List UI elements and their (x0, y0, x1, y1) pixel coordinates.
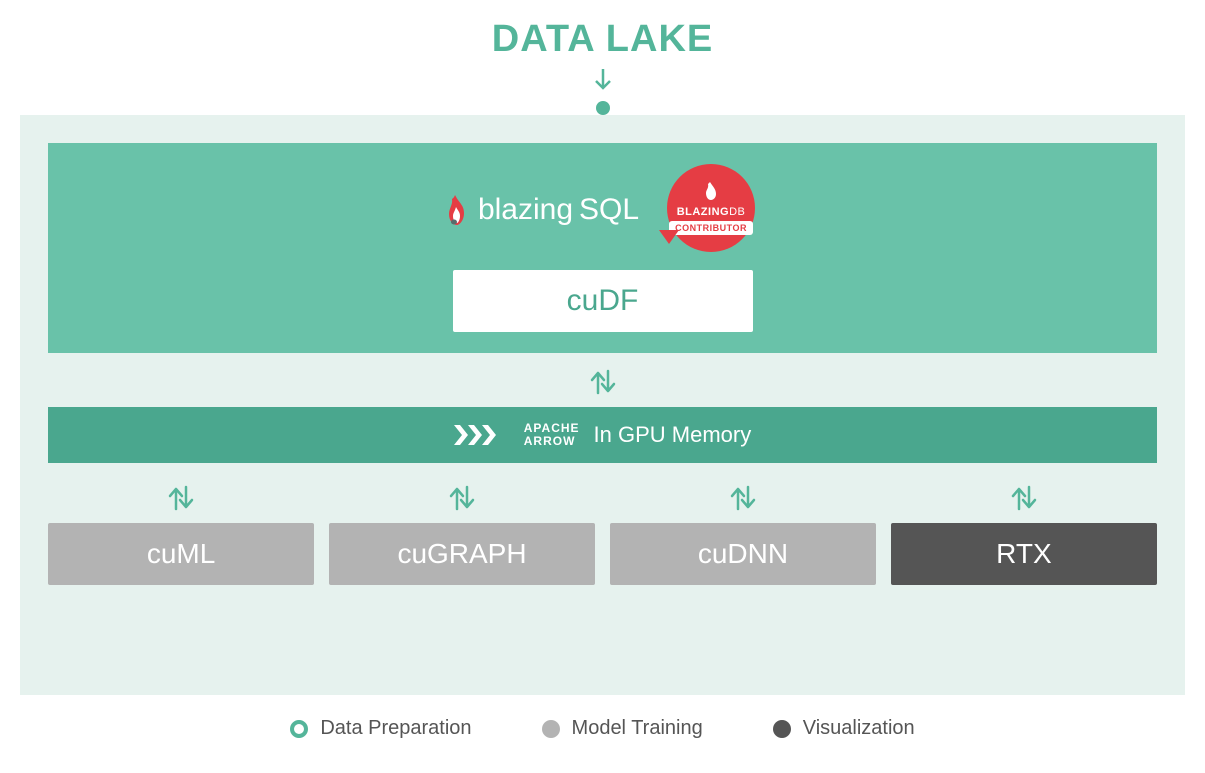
pill-cugraph: cuGRAPH (329, 523, 595, 585)
brand-prefix: blazing (478, 193, 573, 227)
col-cugraph: cuGRAPH (329, 473, 595, 585)
badge-triangle-icon (659, 230, 679, 244)
pill-rtx: RTX (891, 523, 1157, 585)
dot-icon (596, 101, 610, 115)
badge-brand-light: DB (729, 206, 745, 218)
dark-dot-icon (773, 720, 791, 738)
badge-brand-bold: BLAZING (677, 206, 729, 218)
cudf-box: cuDF (453, 270, 753, 332)
gpu-memory-label: In GPU Memory (594, 422, 752, 448)
legend: Data Preparation Model Training Visualiz… (0, 717, 1205, 740)
contributor-badge: BLAZINGDB CONTRIBUTOR (667, 164, 759, 256)
ring-icon (290, 720, 308, 738)
legend-train-label: Model Training (572, 717, 703, 740)
chevrons-icon (454, 423, 510, 447)
legend-viz-label: Visualization (803, 717, 915, 740)
brand-label: blazingSQL (446, 193, 639, 227)
pill-cudnn: cuDNN (610, 523, 876, 585)
legend-prep-label: Data Preparation (320, 717, 471, 740)
bottom-row: cuML cuGRAPH cuDNN (48, 473, 1157, 585)
legend-prep: Data Preparation (290, 717, 471, 740)
page-title: DATA LAKE (0, 0, 1205, 61)
blazingsql-block: blazingSQL BLAZINGDB CONTRIBUTOR cuD (48, 143, 1157, 353)
apache-arrow-bar: APACHE ARROW In GPU Memory (48, 407, 1157, 463)
bidirectional-arrow-icon (1007, 483, 1041, 513)
bidirectional-arrow-icon (164, 483, 198, 513)
bidirectional-arrow-icon (726, 483, 760, 513)
legend-train: Model Training (542, 717, 703, 740)
bidirectional-arrow-icon (48, 367, 1157, 397)
arrow-down-icon (0, 69, 1205, 95)
legend-viz: Visualization (773, 717, 915, 740)
col-cuml: cuML (48, 473, 314, 585)
brand-suffix: SQL (579, 193, 639, 227)
pill-cuml: cuML (48, 523, 314, 585)
brand-row: blazingSQL BLAZINGDB CONTRIBUTOR (446, 164, 759, 256)
col-cudnn: cuDNN (610, 473, 876, 585)
col-rtx: RTX (891, 473, 1157, 585)
apache-arrow-label: APACHE ARROW (524, 422, 580, 447)
diagram-canvas: blazingSQL BLAZINGDB CONTRIBUTOR cuD (20, 115, 1185, 695)
mini-flame-icon (704, 181, 718, 204)
apache-bottom: ARROW (524, 435, 580, 448)
bidirectional-arrow-icon (445, 483, 479, 513)
grey-dot-icon (542, 720, 560, 738)
flame-icon (446, 193, 468, 227)
badge-label: CONTRIBUTOR (669, 221, 753, 235)
